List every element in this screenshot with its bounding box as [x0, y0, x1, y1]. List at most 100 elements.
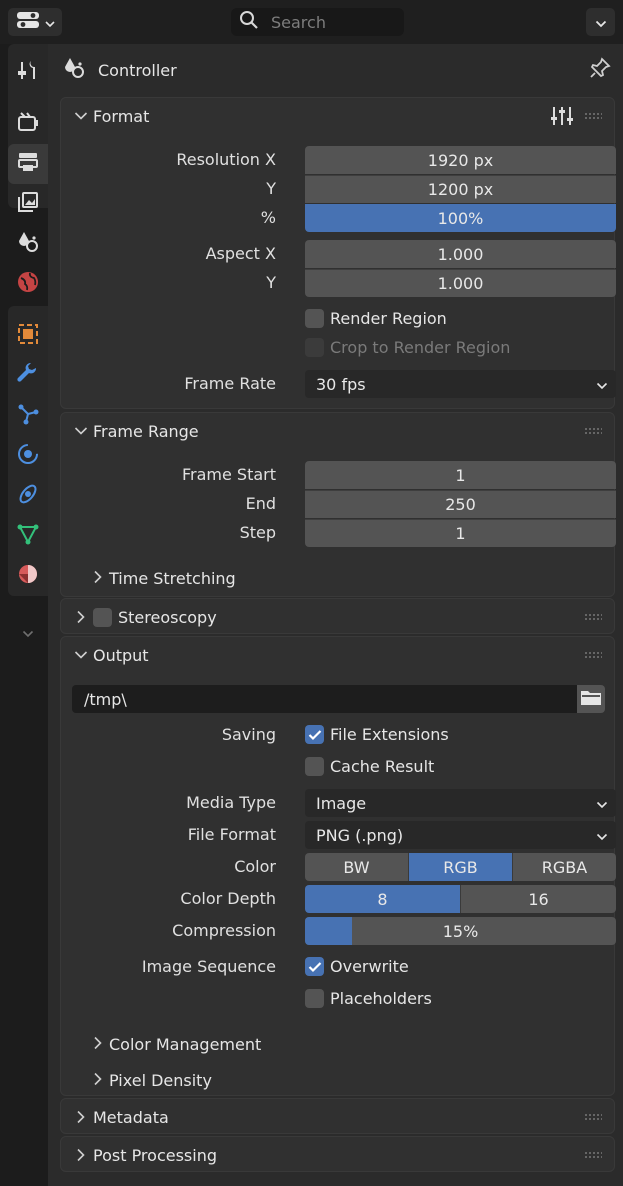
render-region-label: Render Region	[330, 309, 447, 328]
crop-region-checkbox[interactable]: Crop to Render Region	[305, 338, 510, 357]
media-type-value: Image	[316, 793, 367, 813]
tab-world[interactable]	[8, 264, 48, 304]
drag-handle[interactable]	[584, 427, 602, 435]
drag-handle[interactable]	[584, 1113, 602, 1121]
color-depth-option-8[interactable]: 8	[305, 885, 461, 913]
checkbox-box	[305, 957, 324, 976]
frame-step-label: Step	[239, 523, 276, 542]
search-input[interactable]	[269, 11, 389, 33]
tab-output[interactable]	[8, 144, 48, 184]
drag-handle[interactable]	[584, 1151, 602, 1159]
scene-icon	[16, 230, 40, 258]
tab-bar-expand[interactable]	[8, 612, 48, 652]
resolution-percent-label: %	[260, 208, 276, 227]
chevron-down-icon	[596, 375, 608, 394]
frame-range-panel-header[interactable]: Frame Range	[61, 413, 614, 449]
tab-tool[interactable]	[8, 52, 48, 92]
resolution-percent-field[interactable]: 100%	[305, 204, 616, 232]
metadata-panel-title: Metadata	[93, 1107, 169, 1127]
drag-handle[interactable]	[584, 112, 602, 120]
stereoscopy-panel-header[interactable]: Stereoscopy	[61, 599, 614, 635]
tab-scene[interactable]	[8, 224, 48, 264]
frame-step-field[interactable]: 1	[305, 519, 616, 547]
frame-rate-dropdown[interactable]: 30 fps	[305, 370, 616, 398]
color-depth-label: Color Depth	[180, 889, 276, 908]
aspect-y-label: Y	[266, 273, 276, 292]
color-depth-option-16[interactable]: 16	[461, 885, 616, 913]
pixel-density-subpanel[interactable]: Pixel Density	[93, 1071, 212, 1090]
frame-end-field[interactable]: 250	[305, 490, 616, 518]
color-option-bw[interactable]: BW	[305, 853, 409, 881]
particles-icon	[16, 402, 40, 430]
cache-result-label: Cache Result	[330, 757, 435, 776]
stereoscopy-panel-title: Stereoscopy	[118, 607, 217, 627]
time-stretching-subpanel[interactable]: Time Stretching	[93, 569, 236, 588]
chevron-down-icon	[22, 623, 34, 642]
output-panel-header[interactable]: Output	[61, 637, 614, 673]
folder-icon	[580, 688, 602, 710]
pin-icon[interactable]	[588, 56, 612, 84]
checkbox-box	[305, 338, 324, 357]
file-format-dropdown[interactable]: PNG (.png)	[305, 821, 616, 849]
options-dropdown-button[interactable]	[586, 8, 615, 36]
aspect-x-field[interactable]: 1.000	[305, 240, 616, 268]
image-stack-icon	[16, 190, 40, 218]
stereoscopy-checkbox[interactable]	[93, 607, 112, 627]
metadata-panel-header[interactable]: Metadata	[61, 1099, 614, 1135]
color-option-rgb[interactable]: RGB	[409, 853, 513, 881]
resolution-x-field[interactable]: 1920 px	[305, 146, 616, 174]
overwrite-checkbox[interactable]: Overwrite	[305, 957, 409, 976]
properties-tab-bar	[0, 44, 48, 1186]
context-title: Controller	[98, 60, 177, 80]
tab-constraints[interactable]	[8, 476, 48, 516]
editor-type-button[interactable]	[8, 8, 62, 36]
drag-handle[interactable]	[584, 651, 602, 659]
file-extensions-checkbox[interactable]: File Extensions	[305, 725, 449, 744]
properties-content: Controller Format Resolution X 1920 px Y…	[48, 44, 623, 1186]
tab-physics[interactable]	[8, 436, 48, 476]
presets-icon[interactable]	[550, 105, 574, 131]
tab-view-layer[interactable]	[8, 184, 48, 224]
resolution-y-field[interactable]: 1200 px	[305, 175, 616, 203]
mesh-data-icon	[16, 522, 40, 550]
format-panel-header[interactable]: Format	[61, 98, 614, 134]
placeholders-label: Placeholders	[330, 989, 432, 1008]
color-management-subpanel[interactable]: Color Management	[93, 1035, 261, 1054]
constraint-icon	[16, 482, 40, 510]
frame-rate-label: Frame Rate	[184, 374, 276, 393]
compression-slider[interactable]: 15%	[305, 917, 616, 945]
checkbox-box	[305, 757, 324, 776]
frame-end-label: End	[245, 494, 276, 513]
browse-folder-button[interactable]	[577, 685, 605, 713]
physics-icon	[16, 442, 40, 470]
frame-start-label: Frame Start	[181, 465, 276, 484]
cache-result-checkbox[interactable]: Cache Result	[305, 757, 434, 776]
color-option-rgba[interactable]: RGBA	[513, 853, 616, 881]
properties-editor-icon	[15, 10, 41, 34]
compression-value: 15%	[442, 921, 479, 941]
frame-start-field[interactable]: 1	[305, 461, 616, 489]
frame-rate-value: 30 fps	[316, 374, 366, 394]
tab-modifiers[interactable]	[8, 356, 48, 396]
tab-material[interactable]	[8, 556, 48, 596]
tab-data[interactable]	[8, 516, 48, 556]
post-processing-panel: Post Processing	[60, 1136, 615, 1172]
media-type-dropdown[interactable]: Image	[305, 789, 616, 817]
render-region-checkbox[interactable]: Render Region	[305, 309, 447, 328]
placeholders-checkbox[interactable]: Placeholders	[305, 989, 432, 1008]
tab-particles[interactable]	[8, 396, 48, 436]
tab-render[interactable]	[8, 104, 48, 144]
tab-object[interactable]	[8, 316, 48, 356]
properties-header	[0, 0, 623, 44]
compression-label: Compression	[172, 921, 276, 940]
output-path-field[interactable]: /tmp\	[72, 685, 577, 713]
aspect-y-field[interactable]: 1.000	[305, 269, 616, 297]
search-box[interactable]	[231, 8, 404, 36]
drag-handle[interactable]	[584, 613, 602, 621]
file-format-value: PNG (.png)	[316, 825, 404, 845]
chevron-down-icon	[73, 426, 89, 436]
compression-fill	[305, 917, 352, 945]
post-processing-panel-header[interactable]: Post Processing	[61, 1137, 614, 1173]
time-stretching-label: Time Stretching	[109, 569, 236, 588]
crop-region-label: Crop to Render Region	[330, 338, 511, 357]
